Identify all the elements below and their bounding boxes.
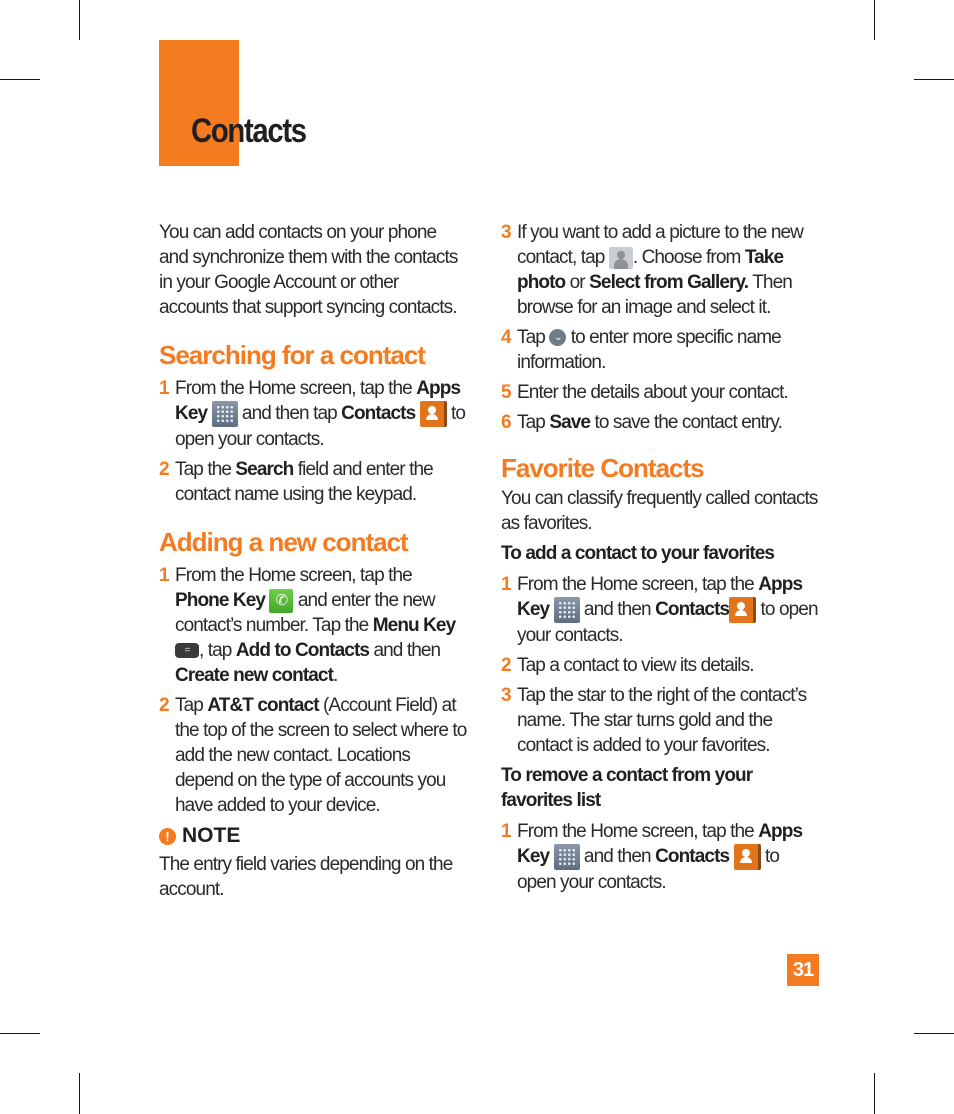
favorites-intro: You can classify frequently called conta… <box>501 488 818 534</box>
left-column: You can add contacts on your phone and s… <box>159 220 469 902</box>
contacts-app-icon <box>729 597 757 623</box>
step-number: 2 <box>159 695 170 716</box>
remove-favorite-step: 1 From the Home screen, tap the Apps Key… <box>501 819 819 895</box>
step-text: Tap ⌄ to enter more specific name inform… <box>517 327 782 373</box>
step-text: From the Home screen, tap the Phone Key … <box>175 565 456 686</box>
crop-mark <box>0 1033 40 1034</box>
contacts-app-icon <box>733 844 761 870</box>
subheading-add-favorite: To add a contact to your favorites <box>501 543 775 564</box>
section-heading-favorites: Favorite Contacts <box>501 453 705 483</box>
step-text: From the Home screen, tap the Apps Key a… <box>175 378 466 450</box>
step-text: If you want to add a picture to the new … <box>517 222 804 318</box>
subheading-remove-favorite: To remove a contact from your favorites … <box>501 765 753 811</box>
step-text: Tap the Search field and enter the conta… <box>175 459 434 505</box>
menu-key-icon: = <box>175 643 199 659</box>
expand-chevron-icon: ⌄ <box>549 329 567 347</box>
section-heading-search: Searching for a contact <box>159 340 426 370</box>
step-text: From the Home screen, tap the Apps Key a… <box>517 821 803 893</box>
step-number: 1 <box>501 574 512 595</box>
apps-grid-icon <box>553 844 580 870</box>
crop-mark <box>914 79 954 80</box>
step-number: 3 <box>501 685 512 706</box>
favorite-step: 2 Tap a contact to view its details. <box>501 653 819 678</box>
crop-mark <box>79 1073 80 1114</box>
search-step: 2 Tap the Search field and enter the con… <box>159 457 469 507</box>
page-title: Contacts <box>191 112 307 150</box>
apps-grid-icon <box>553 597 580 623</box>
section-heading-add: Adding a new contact <box>159 527 409 557</box>
step-text: Enter the details about your contact. <box>517 382 789 403</box>
crop-mark <box>874 0 875 40</box>
add-step: 5 Enter the details about your contact. <box>501 380 819 405</box>
crop-mark <box>79 0 80 40</box>
crop-mark <box>0 79 40 80</box>
note-heading: ! NOTE <box>159 824 469 848</box>
step-text: Tap AT&T contact (Account Field) at the … <box>175 695 467 816</box>
step-number: 1 <box>159 565 170 586</box>
step-number: 1 <box>501 821 512 842</box>
step-text: Tap a contact to view its details. <box>517 655 754 676</box>
apps-grid-icon <box>211 401 238 427</box>
add-step: 2 Tap AT&T contact (Account Field) at th… <box>159 693 469 818</box>
add-step: 3 If you want to add a picture to the ne… <box>501 220 819 320</box>
page-number: 31 <box>787 954 819 986</box>
favorite-step: 1 From the Home screen, tap the Apps Key… <box>501 572 819 648</box>
add-step: 6 Tap Save to save the contact entry. <box>501 410 819 435</box>
step-number: 5 <box>501 382 512 403</box>
step-text: From the Home screen, tap the Apps Key a… <box>517 574 819 646</box>
right-column: 3 If you want to add a picture to the ne… <box>501 220 819 895</box>
intro-text: You can add contacts on your phone and s… <box>159 222 458 318</box>
step-number: 6 <box>501 412 512 433</box>
step-number: 2 <box>501 655 512 676</box>
search-step: 1 From the Home screen, tap the Apps Key… <box>159 376 469 452</box>
step-number: 3 <box>501 222 512 243</box>
step-number: 4 <box>501 327 512 348</box>
add-step: 4 Tap ⌄ to enter more specific name info… <box>501 325 819 375</box>
contacts-app-icon <box>419 401 447 427</box>
crop-mark <box>874 1073 875 1114</box>
step-text: Tap the star to the right of the contact… <box>517 685 807 756</box>
favorite-step: 3 Tap the star to the right of the conta… <box>501 683 819 758</box>
add-step: 1 From the Home screen, tap the Phone Ke… <box>159 563 469 688</box>
phone-icon: ✆ <box>269 588 294 613</box>
step-text: Tap Save to save the contact entry. <box>517 412 783 433</box>
step-number: 1 <box>159 378 170 399</box>
crop-mark <box>914 1033 954 1034</box>
exclamation-icon: ! <box>159 827 176 845</box>
note-text: The entry field varies depending on the … <box>159 854 453 900</box>
contact-picture-icon <box>608 246 633 269</box>
step-number: 2 <box>159 459 170 480</box>
